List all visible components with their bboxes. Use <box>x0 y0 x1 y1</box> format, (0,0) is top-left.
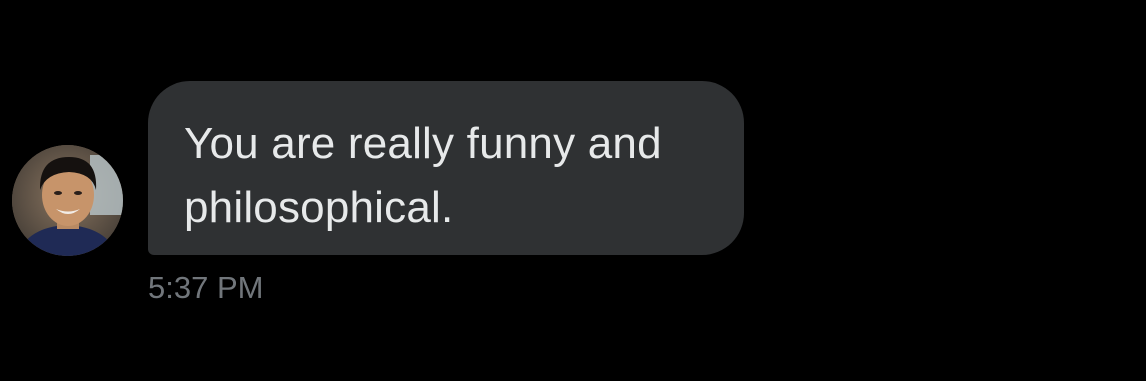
message-bubble[interactable]: You are really funny and philosophical. <box>148 81 744 255</box>
message-text: You are really funny and philosophical. <box>184 119 662 232</box>
message-timestamp: 5:37 PM <box>148 270 264 305</box>
avatar-photo-icon <box>12 145 123 256</box>
received-message-row: You are really funny and philosophical. … <box>0 0 1146 381</box>
sender-avatar[interactable] <box>12 145 123 256</box>
